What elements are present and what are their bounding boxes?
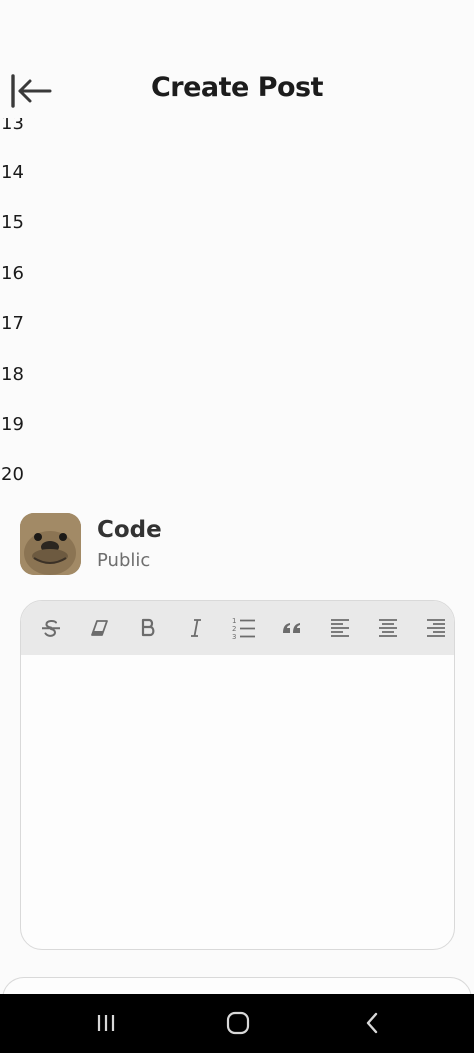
align-right-icon [427, 619, 445, 637]
align-center-button[interactable] [370, 611, 406, 645]
recent-apps-button[interactable] [86, 1008, 126, 1038]
post-body-input[interactable] [21, 655, 454, 949]
italic-button[interactable] [178, 611, 214, 645]
line-number: 15 [1, 212, 24, 233]
align-left-button[interactable] [322, 611, 358, 645]
svg-text:1: 1 [232, 617, 236, 625]
back-icon [366, 1012, 378, 1034]
formatting-toolbar: 1 2 3 [21, 601, 454, 655]
line-number: 19 [1, 414, 24, 435]
strikethrough-icon [42, 620, 60, 637]
back-button[interactable] [352, 1008, 392, 1038]
line-number: 18 [1, 364, 24, 385]
avatar[interactable] [20, 513, 81, 575]
create-post-screen: 13 14 15 16 17 18 19 20 Create Post Code… [0, 0, 474, 1053]
italic-icon [191, 619, 201, 637]
align-left-icon [331, 619, 349, 637]
clear-format-button[interactable] [81, 611, 117, 645]
home-icon [226, 1011, 250, 1035]
top-app-bar: Create Post [0, 0, 474, 118]
author-name: Code [97, 517, 162, 543]
quote-button[interactable] [274, 611, 310, 645]
bold-icon [141, 618, 155, 637]
system-navigation-bar [0, 994, 474, 1053]
ordered-list-icon: 1 2 3 [232, 617, 255, 641]
eraser-icon [91, 620, 108, 636]
line-number: 16 [1, 263, 24, 284]
svg-text:2: 2 [232, 625, 236, 633]
post-visibility[interactable]: Public [97, 550, 150, 571]
quote-icon [283, 623, 300, 633]
line-number: 17 [1, 313, 24, 334]
post-author: Code Public [20, 513, 440, 577]
svg-text:3: 3 [232, 633, 236, 641]
align-center-icon [379, 619, 397, 637]
strikethrough-button[interactable] [33, 611, 69, 645]
bold-button[interactable] [130, 611, 166, 645]
home-button[interactable] [218, 1008, 258, 1038]
sea-lion-avatar-icon [20, 513, 81, 575]
ordered-list-button[interactable]: 1 2 3 [226, 611, 262, 645]
page-title: Create Post [150, 72, 324, 103]
line-number: 14 [1, 162, 24, 183]
line-number: 20 [1, 464, 24, 485]
recent-apps-icon [97, 1015, 115, 1031]
align-right-button[interactable] [418, 611, 454, 645]
rich-text-editor: 1 2 3 [20, 600, 455, 950]
